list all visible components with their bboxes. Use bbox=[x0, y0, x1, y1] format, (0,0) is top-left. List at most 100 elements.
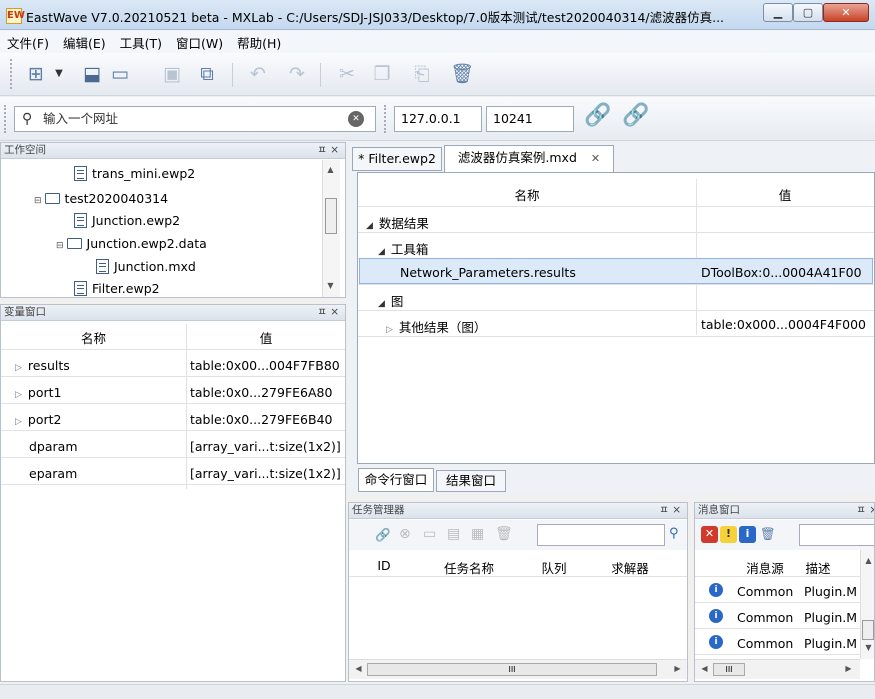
column-header-solver[interactable]: 求解器 bbox=[589, 558, 671, 577]
variable-row[interactable]: ▷ port1 bbox=[15, 385, 62, 400]
new-icon[interactable]: ⊞ bbox=[24, 61, 48, 87]
tab-filter-ewp2[interactable]: * Filter.ewp2 bbox=[352, 147, 442, 171]
column-header-queue[interactable]: 队列 bbox=[519, 558, 589, 577]
workspace-scrollbar[interactable]: ▲ ▼ bbox=[322, 160, 340, 297]
menu-edit[interactable]: 编辑(E) bbox=[56, 33, 113, 52]
tree-row[interactable]: ◢ 工具箱 bbox=[378, 239, 428, 258]
copy-icon[interactable]: ❐ bbox=[370, 61, 394, 87]
minimize-button[interactable]: ▁ bbox=[763, 3, 793, 22]
tree-row-selected[interactable]: Network_Parameters.results bbox=[400, 265, 576, 280]
scroll-left-icon[interactable]: ◀ bbox=[351, 664, 366, 673]
menu-help[interactable]: 帮助(H) bbox=[230, 33, 288, 52]
variable-row[interactable]: ▷ port2 bbox=[15, 412, 62, 427]
tab-close-icon[interactable]: ✕ bbox=[591, 152, 600, 165]
column-header-value[interactable]: 值 bbox=[696, 185, 874, 204]
port-input[interactable]: 10241 bbox=[486, 106, 574, 132]
task-search-input[interactable] bbox=[537, 524, 665, 546]
ip-input[interactable]: 127.0.0.1 bbox=[394, 106, 482, 132]
message-description[interactable]: Plugin.M bbox=[804, 636, 857, 651]
column-header-value[interactable]: 值 bbox=[186, 328, 346, 347]
stop-icon[interactable]: ⊗ bbox=[399, 526, 411, 542]
import-icon[interactable]: ⬓ bbox=[80, 61, 104, 87]
message-source[interactable]: Common bbox=[737, 584, 793, 599]
tree-row[interactable]: ◢ 数据结果 bbox=[366, 213, 429, 232]
scroll-thumb[interactable]: III bbox=[367, 663, 657, 676]
scroll-up-icon[interactable]: ▲ bbox=[861, 556, 874, 565]
expand-icon[interactable]: ▷ bbox=[15, 390, 22, 400]
search-icon[interactable]: ⚲ bbox=[669, 526, 679, 541]
collapse-icon[interactable]: ⊟ bbox=[56, 241, 64, 251]
info-filter-icon[interactable]: i bbox=[739, 526, 756, 543]
redo-icon[interactable]: ↷ bbox=[285, 61, 309, 87]
open-folder-icon[interactable]: ▭ bbox=[108, 61, 132, 87]
scroll-down-icon[interactable]: ▼ bbox=[861, 643, 874, 652]
toolbar-grip[interactable] bbox=[10, 59, 15, 89]
tree-row[interactable]: ◢ 图 bbox=[378, 291, 403, 310]
message-search-input[interactable] bbox=[799, 524, 874, 546]
message-source[interactable]: Common bbox=[737, 610, 793, 625]
expand-icon[interactable]: ▷ bbox=[386, 325, 393, 335]
tree-item[interactable]: ⊟ Junction.ewp2.data bbox=[56, 236, 207, 251]
menu-file[interactable]: 文件(F) bbox=[0, 33, 56, 52]
tree-item[interactable]: trans_mini.ewp2 bbox=[74, 166, 195, 181]
scroll-thumb[interactable] bbox=[862, 620, 874, 640]
message-source[interactable]: Common bbox=[737, 636, 793, 651]
tab-result-window[interactable]: 结果窗口 bbox=[436, 470, 506, 492]
clear-messages-icon[interactable]: 🗑 bbox=[760, 526, 776, 542]
save-icon[interactable]: ▣ bbox=[160, 61, 184, 87]
collapse-icon[interactable]: ⊟ bbox=[34, 196, 42, 206]
variable-row[interactable]: dparam bbox=[29, 439, 78, 454]
delete-icon[interactable]: 🗑 bbox=[450, 61, 474, 87]
collapse-icon[interactable]: ◢ bbox=[378, 299, 385, 309]
variables-pin-close[interactable]: ㅍ × bbox=[317, 305, 339, 320]
column-header-name[interactable]: 名称 bbox=[1, 328, 186, 347]
undo-icon[interactable]: ↶ bbox=[246, 61, 270, 87]
message-pin-close[interactable]: ㅍ × bbox=[856, 503, 874, 518]
workspace-pin-close[interactable]: ㅍ × bbox=[317, 143, 339, 158]
error-filter-icon[interactable]: ✕ bbox=[701, 526, 718, 543]
link-icon[interactable]: 🔗 bbox=[375, 527, 391, 543]
scroll-right-icon[interactable]: ▶ bbox=[670, 664, 685, 673]
menu-window[interactable]: 窗口(W) bbox=[169, 33, 230, 52]
message-description[interactable]: Plugin.M bbox=[804, 584, 857, 599]
expand-icon[interactable]: ▷ bbox=[15, 363, 22, 373]
column-header-description[interactable]: 描述 bbox=[795, 558, 841, 577]
connect-link-icon[interactable]: 🔗 bbox=[584, 103, 611, 128]
list-icon[interactable]: ▤ bbox=[447, 526, 460, 542]
url-input[interactable]: ⚲ 输入一个网址 ✕ bbox=[14, 106, 376, 132]
column-header-name[interactable]: 名称 bbox=[358, 185, 696, 204]
tab-command-window[interactable]: 命令行窗口 bbox=[358, 468, 434, 492]
collapse-icon[interactable]: ◢ bbox=[366, 221, 373, 231]
scroll-thumb[interactable]: III bbox=[713, 663, 745, 676]
close-window-button[interactable]: ✕ bbox=[823, 3, 869, 22]
scroll-right-icon[interactable]: ▶ bbox=[841, 664, 856, 673]
disconnect-link-icon[interactable]: 🔗 bbox=[622, 103, 649, 128]
tab-filter-mxd[interactable]: 滤波器仿真案例.mxd ✕ bbox=[444, 145, 614, 172]
column-header-source[interactable]: 消息源 bbox=[735, 558, 795, 577]
warning-filter-icon[interactable]: ! bbox=[720, 526, 737, 543]
clear-icon[interactable]: ✕ bbox=[348, 111, 364, 127]
task-hscrollbar[interactable]: ◀ III ▶ bbox=[349, 659, 687, 679]
message-vscrollbar[interactable]: ▲ ▼ bbox=[860, 550, 874, 659]
message-hscrollbar[interactable]: ◀ III ▶ bbox=[695, 659, 860, 679]
message-description[interactable]: Plugin.M bbox=[804, 610, 857, 625]
grid-icon[interactable]: ▦ bbox=[471, 526, 484, 542]
collapse-icon[interactable]: ◢ bbox=[378, 247, 385, 257]
column-header-id[interactable]: ID bbox=[349, 558, 419, 573]
cut-icon[interactable]: ✂ bbox=[335, 61, 359, 87]
tree-item[interactable]: Junction.ewp2 bbox=[74, 213, 180, 228]
variable-row[interactable]: eparam bbox=[29, 466, 77, 481]
tree-item[interactable]: ⊟ test2020040314 bbox=[34, 191, 168, 206]
column-header-task-name[interactable]: 任务名称 bbox=[419, 558, 519, 577]
paste-icon[interactable]: ⎗ bbox=[410, 61, 434, 87]
tree-row[interactable]: ▷ 其他结果（图） bbox=[386, 317, 486, 336]
variable-row[interactable]: ▷ results bbox=[15, 358, 70, 373]
scroll-thumb[interactable] bbox=[325, 198, 337, 234]
menu-tools[interactable]: 工具(T) bbox=[113, 33, 169, 52]
scroll-up-icon[interactable]: ▲ bbox=[323, 165, 338, 174]
scroll-left-icon[interactable]: ◀ bbox=[697, 664, 712, 673]
folder-icon[interactable]: ▭ bbox=[423, 526, 436, 542]
task-manager-pin-close[interactable]: ㅍ × bbox=[659, 503, 681, 518]
expand-icon[interactable]: ▷ bbox=[15, 417, 22, 427]
scroll-down-icon[interactable]: ▼ bbox=[323, 281, 338, 290]
